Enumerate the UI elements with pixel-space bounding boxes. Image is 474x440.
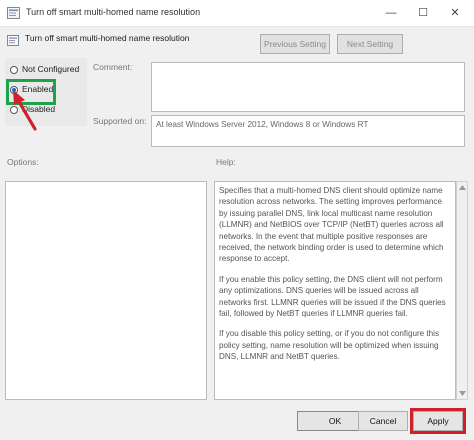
maximize-icon: ☐ — [418, 7, 428, 19]
help-pane: Specifies that a multi-homed DNS client … — [214, 181, 456, 400]
help-paragraph: Specifies that a multi-homed DNS client … — [219, 186, 444, 264]
options-pane — [5, 181, 207, 400]
comment-label: Comment: — [93, 62, 133, 72]
help-label: Help: — [216, 157, 236, 167]
help-paragraph: If you enable this policy setting, the D… — [219, 274, 446, 319]
minimize-button[interactable]: — — [376, 2, 406, 24]
help-paragraph: If you disable this policy setting, or i… — [219, 329, 440, 362]
not-configured-radio[interactable] — [10, 66, 18, 74]
close-button[interactable]: ✕ — [440, 2, 470, 24]
apply-highlight-box — [410, 408, 466, 434]
window-title: Turn off smart multi-homed name resoluti… — [26, 7, 201, 17]
supported-on-field: At least Windows Server 2012, Windows 8 … — [151, 115, 465, 147]
next-setting-button[interactable]: Next Setting — [337, 34, 403, 54]
comment-textarea[interactable] — [151, 62, 465, 112]
scroll-down-icon[interactable] — [459, 391, 466, 396]
setting-icon — [7, 35, 19, 46]
options-label: Options: — [7, 157, 39, 167]
supported-on-label: Supported on: — [93, 116, 147, 126]
scroll-up-icon[interactable] — [459, 185, 466, 190]
previous-setting-button[interactable]: Previous Setting — [260, 34, 330, 54]
maximize-button[interactable]: ☐ — [408, 2, 438, 24]
help-scrollbar[interactable] — [456, 181, 468, 400]
policy-icon — [7, 7, 20, 19]
cancel-button[interactable]: Cancel — [358, 411, 408, 431]
setting-name: Turn off smart multi-homed name resoluti… — [25, 33, 190, 43]
minimize-icon: — — [385, 7, 397, 19]
arrow-annotation-icon — [13, 90, 37, 131]
title-bar: Turn off smart multi-homed name resoluti… — [0, 0, 474, 27]
not-configured-label[interactable]: Not Configured — [22, 64, 79, 74]
close-icon: ✕ — [450, 7, 460, 19]
